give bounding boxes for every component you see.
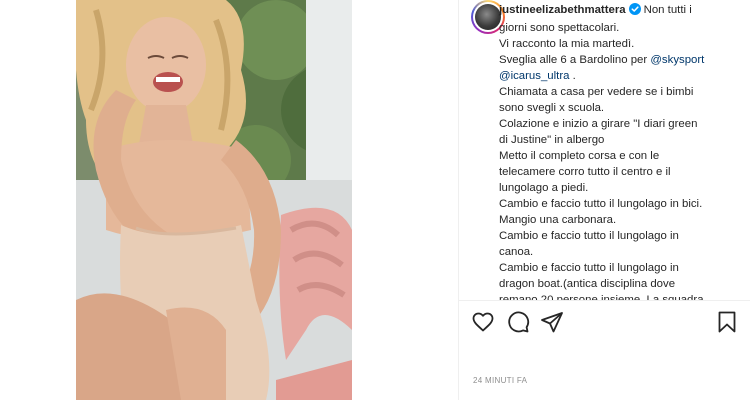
caption-line: Vi racconto la mia martedì. [499, 38, 635, 50]
caption-text: . [572, 70, 576, 82]
paper-plane-icon[interactable] [540, 310, 564, 339]
caption-line: Chiamata a casa per vedere se i bimbi [499, 86, 694, 98]
post-details-panel: justineelizabethmattera Non tutti i giorn… [459, 0, 750, 400]
caption-first-line: justineelizabethmattera Non tutti i [499, 2, 745, 20]
heart-icon[interactable] [471, 310, 495, 339]
caption-text: Sveglia alle 6 a Bardolino per [499, 54, 648, 66]
caption-line: Cambio e faccio tutto il lungolago in [499, 262, 679, 274]
username-link[interactable]: justineelizabethmattera [499, 4, 626, 16]
actions-separator [459, 300, 750, 301]
bookmark-icon[interactable] [715, 310, 739, 339]
post-photo[interactable] [76, 0, 352, 400]
caption-line: lungolago a piedi. [499, 182, 589, 194]
caption-line: Cambio e faccio tutto il lungolago in [499, 230, 679, 242]
avatar-image [475, 4, 501, 30]
caption-area: justineelizabethmattera Non tutti i giorn… [459, 0, 750, 300]
post-caption: justineelizabethmattera Non tutti i giorn… [499, 2, 745, 300]
caption-line: Mangio una carbonara. [499, 214, 617, 226]
mention-link[interactable]: @skysport [650, 54, 704, 66]
post-photo-illustration [76, 0, 352, 400]
caption-line: canoa. [499, 246, 534, 258]
post-media-panel [0, 0, 458, 400]
post-timestamp[interactable]: 24 MINUTI FA [473, 376, 527, 385]
verified-badge-icon [628, 3, 641, 20]
caption-line: @icarus_ultra . [499, 68, 745, 84]
caption-text: Non tutti i [643, 4, 692, 16]
caption-line: Metto il completo corsa e con le [499, 150, 660, 162]
caption-line: Cambio e faccio tutto il lungolago in bi… [499, 198, 703, 210]
caption-line: sono svegli x scuola. [499, 102, 605, 114]
caption-line: telecamere corro tutto il centro e il [499, 166, 671, 178]
caption-line: di Justine" in albergo [499, 134, 605, 146]
mention-link[interactable]: @icarus_ultra [499, 70, 569, 82]
caption-line: remano 20 persone insieme. La squadra [499, 294, 704, 300]
caption-line: Colazione e inizio a girare "I diari gre… [499, 118, 698, 130]
comment-bubble-icon[interactable] [506, 310, 530, 339]
caption-line: Sveglia alle 6 a Bardolino per @skysport [499, 52, 745, 68]
caption-line: giorni sono spettacolari. [499, 22, 620, 34]
caption-line: dragon boat.(antica disciplina dove [499, 278, 676, 290]
